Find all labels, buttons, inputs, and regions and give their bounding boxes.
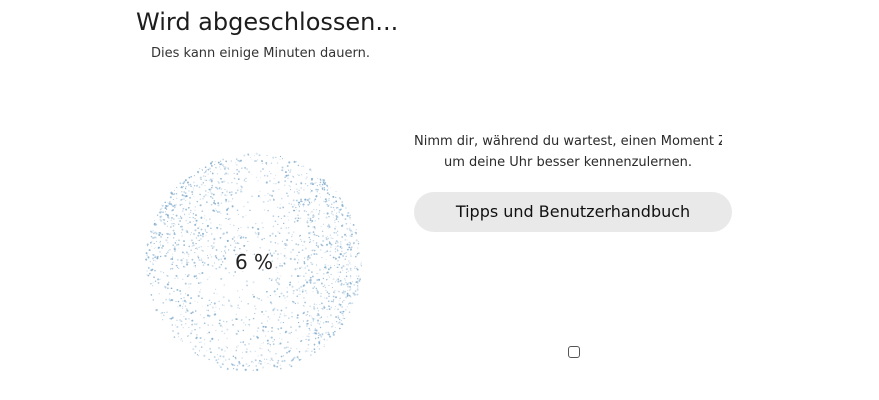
info-message: Nimm dir, während du wartest, einen Mome… <box>414 131 722 173</box>
progress-percent: 6 % <box>234 250 274 274</box>
info-line-1: Nimm dir, während du wartest, einen Mome… <box>414 134 722 149</box>
home-square-icon[interactable] <box>568 346 580 358</box>
page-subtitle: Dies kann einige Minuten dauern. <box>151 46 370 61</box>
progress-orb: 6 % <box>138 150 370 378</box>
info-line-2: um deine Uhr besser kennenzulernen. <box>444 155 692 170</box>
page-title: Wird abgeschlossen... <box>136 8 399 36</box>
tips-and-manual-button[interactable]: Tipps und Benutzerhandbuch <box>414 192 732 232</box>
